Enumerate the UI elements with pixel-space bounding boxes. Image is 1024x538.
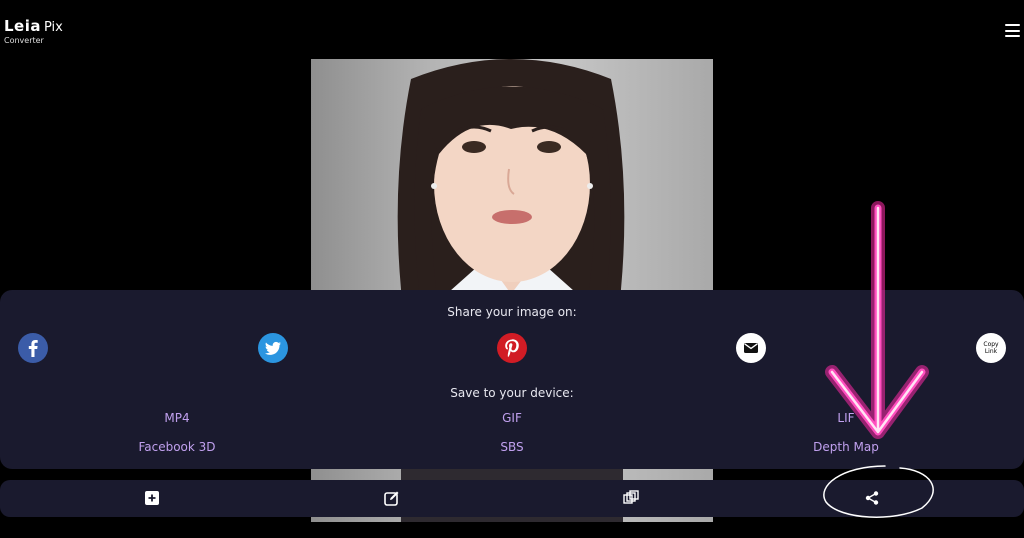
- save-sbs-link[interactable]: SBS: [500, 440, 523, 454]
- app-logo: Leia Pix Converter: [4, 16, 63, 45]
- save-mp4-link[interactable]: MP4: [164, 411, 189, 425]
- facebook-share-button[interactable]: [18, 333, 48, 363]
- bottom-toolbar: [0, 480, 1024, 517]
- brand-suffix: Pix: [44, 20, 63, 35]
- save-heading: Save to your device:: [450, 386, 574, 400]
- mail-icon: [744, 343, 758, 353]
- add-icon: [145, 491, 159, 505]
- pinterest-share-button[interactable]: [497, 333, 527, 363]
- share-panel: Share your image on: Copy Link Save to y…: [0, 290, 1024, 469]
- copy-link-icon: Copy Link: [983, 341, 998, 355]
- share-icon: [865, 491, 879, 505]
- twitter-share-button[interactable]: [258, 333, 288, 363]
- add-button[interactable]: [143, 489, 161, 507]
- twitter-icon: [265, 341, 281, 355]
- brand-name: Leia: [4, 17, 41, 35]
- facebook-icon: [28, 340, 38, 357]
- save-depth-map-link[interactable]: Depth Map: [813, 440, 879, 454]
- pinterest-icon: [505, 339, 519, 358]
- copy-link-button[interactable]: Copy Link: [976, 333, 1006, 363]
- layers-button[interactable]: [622, 489, 640, 507]
- save-lif-link[interactable]: LIF: [837, 411, 854, 425]
- save-facebook-3d-link[interactable]: Facebook 3D: [138, 440, 215, 454]
- share-button[interactable]: [863, 489, 881, 507]
- copy-link-label-1: Copy: [983, 341, 999, 348]
- save-gif-link[interactable]: GIF: [502, 411, 522, 425]
- share-heading: Share your image on:: [447, 305, 577, 319]
- email-share-button[interactable]: [736, 333, 766, 363]
- edit-icon: [384, 491, 399, 506]
- edit-button[interactable]: [383, 489, 401, 507]
- brand-subtitle: Converter: [4, 36, 44, 45]
- hamburger-menu-icon[interactable]: [1005, 24, 1020, 37]
- layers-icon: [623, 490, 639, 504]
- copy-link-label-2: Link: [984, 348, 998, 355]
